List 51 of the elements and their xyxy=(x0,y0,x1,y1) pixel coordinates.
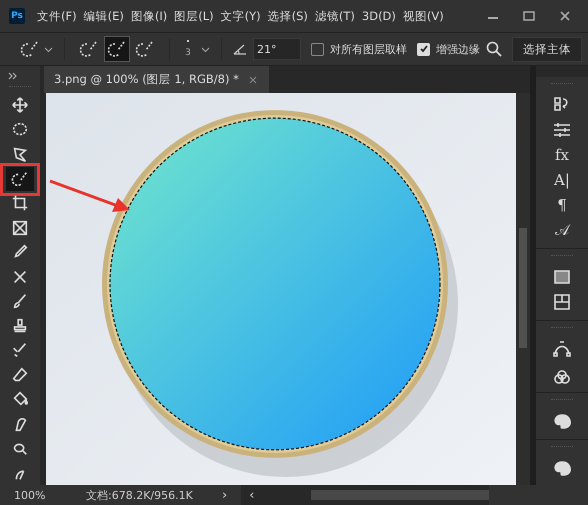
quick-select-tool-button[interactable] xyxy=(6,166,34,191)
document-tab[interactable]: 3.png @ 100% (图层 1, RGB/8) * xyxy=(44,66,269,93)
brush-size-picker[interactable]: 3 xyxy=(181,40,195,58)
menu-item[interactable]: 滤镜(T) xyxy=(314,8,355,24)
select-subject-button[interactable]: 选择主体 xyxy=(512,36,582,62)
menu-item[interactable]: 文字(Y) xyxy=(220,8,261,24)
highlight-frame xyxy=(0,162,40,196)
caret-icon[interactable] xyxy=(201,44,210,54)
frame-icon[interactable] xyxy=(11,218,29,237)
expand-icon[interactable] xyxy=(8,72,18,80)
menu-item[interactable]: 图像(I) xyxy=(130,8,168,24)
brush-icon[interactable] xyxy=(11,292,29,310)
bucket-icon[interactable] xyxy=(11,390,29,408)
zoom-level[interactable]: 100% xyxy=(14,488,62,502)
angle-field[interactable]: 21° xyxy=(253,38,301,60)
caret-icon[interactable] xyxy=(44,44,53,54)
adjust-panel-icon[interactable] xyxy=(552,120,572,140)
layout-panel-icon[interactable] xyxy=(552,292,572,312)
menu-item[interactable]: 3D(D) xyxy=(362,9,396,23)
menu-item[interactable]: 编辑(E) xyxy=(84,8,124,24)
menu-item[interactable]: 图层(L) xyxy=(174,8,214,24)
menu-item[interactable]: 选择(S) xyxy=(268,8,308,24)
checkbox-label[interactable]: 增强边缘 xyxy=(436,42,480,56)
close-icon[interactable] xyxy=(248,76,257,84)
move-icon[interactable] xyxy=(11,96,29,114)
lasso-icon[interactable] xyxy=(11,145,29,164)
document-info: 文档:678.2K/956.1K xyxy=(86,488,194,502)
gradient-panel-icon[interactable] xyxy=(552,267,572,287)
panel-button[interactable]: 𝒜 xyxy=(555,220,569,240)
close-icon[interactable] xyxy=(558,9,572,23)
panel-button[interactable]: fx xyxy=(554,145,569,165)
checkbox-label[interactable]: 对所有图层取样 xyxy=(330,42,407,56)
stamp-icon[interactable] xyxy=(11,316,29,335)
panel-button[interactable]: ¶ xyxy=(557,195,567,215)
scrollbar-thumb[interactable] xyxy=(311,490,490,500)
menu-item[interactable]: 视图(V) xyxy=(402,8,444,24)
search-icon[interactable] xyxy=(486,41,502,57)
checkbox[interactable] xyxy=(311,42,324,56)
status-menu-arrow[interactable]: › xyxy=(222,488,228,502)
scroll-left-arrow[interactable]: ‹ xyxy=(249,488,254,502)
quick-select-icon[interactable] xyxy=(20,39,40,59)
menu-item[interactable]: 文件(F) xyxy=(37,8,77,24)
panel-button[interactable]: A| xyxy=(554,170,570,190)
eraser-icon[interactable] xyxy=(11,366,29,384)
quick-select-icon[interactable] xyxy=(11,170,29,188)
path-panel-icon[interactable] xyxy=(552,339,572,359)
crop-icon[interactable] xyxy=(11,194,29,212)
maximize-icon[interactable] xyxy=(522,9,536,23)
app-logo[interactable]: Ps xyxy=(9,8,25,24)
scrollbar-thumb[interactable] xyxy=(519,228,527,348)
angle-icon xyxy=(233,43,247,55)
